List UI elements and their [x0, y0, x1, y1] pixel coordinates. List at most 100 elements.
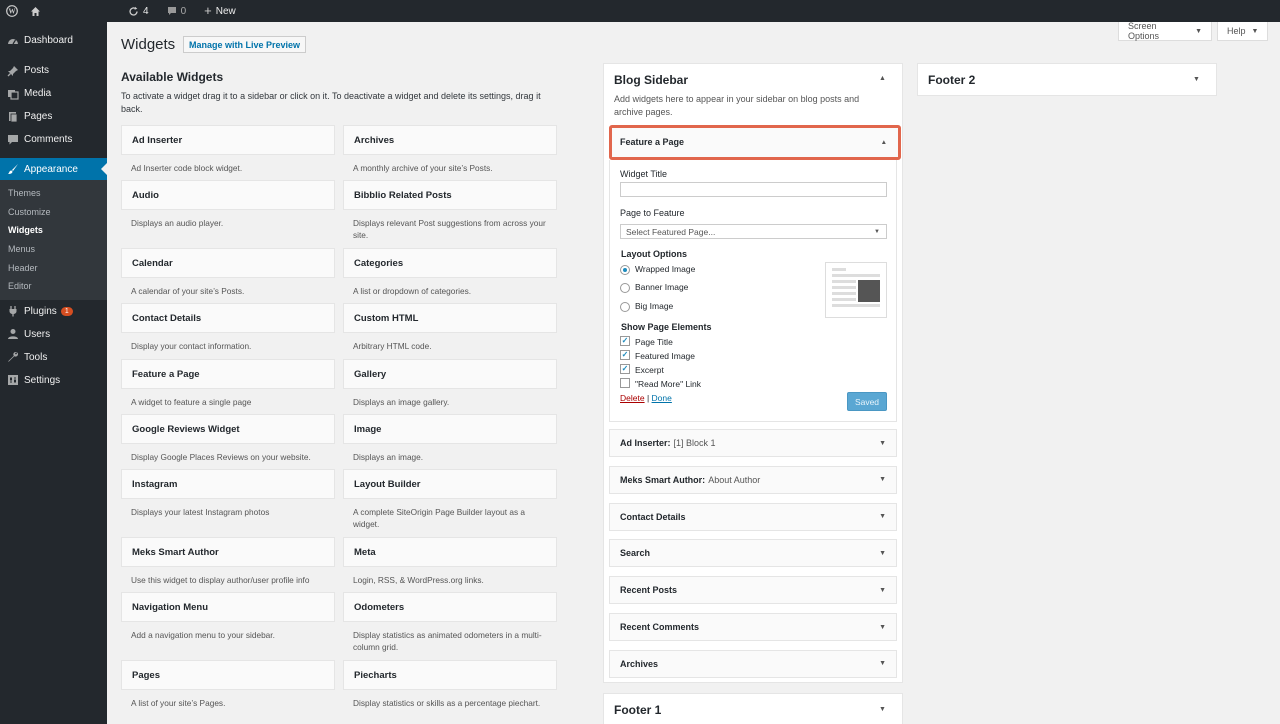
expand-arrow-icon[interactable]: ▼: [879, 587, 886, 594]
feature-a-page-widget-header[interactable]: Feature a Page ▲: [609, 125, 901, 160]
sidebar-widget-row[interactable]: Ad Inserter: [1] Block 1 ▼: [609, 429, 897, 457]
help-label: Help: [1227, 26, 1246, 36]
menu-item-dashboard[interactable]: Dashboard: [0, 29, 107, 52]
expand-arrow-icon[interactable]: ▼: [879, 660, 886, 667]
menu-label: Plugins: [24, 305, 57, 317]
done-link[interactable]: Done: [652, 393, 672, 403]
menu-item-settings[interactable]: Settings: [0, 369, 107, 392]
delete-link[interactable]: Delete: [620, 393, 645, 403]
available-widget-tile[interactable]: Pages: [121, 660, 335, 690]
checkbox-read-more[interactable]: [620, 378, 630, 388]
expand-arrow-icon[interactable]: ▼: [879, 550, 886, 557]
page-to-feature-select[interactable]: Select Featured Page... ▼: [620, 224, 887, 239]
sidebar-widget-row[interactable]: Archives ▼: [609, 649, 897, 678]
available-widget-description: Display your contact information.: [131, 341, 252, 351]
manage-live-preview-button[interactable]: Manage with Live Preview: [183, 36, 307, 53]
menu-item-comments[interactable]: Comments: [0, 128, 107, 151]
available-widget-tile[interactable]: Calendar: [121, 248, 335, 278]
sidebar-widget-name: Ad Inserter:: [620, 438, 671, 448]
available-widget-description: Ad Inserter code block widget.: [131, 163, 243, 173]
available-widget-description: Displays relevant Post suggestions from …: [353, 218, 546, 240]
available-widget-tile[interactable]: Contact Details: [121, 303, 335, 333]
expand-arrow-icon[interactable]: ▼: [879, 476, 886, 483]
submenu-item-menus[interactable]: Menus: [0, 240, 107, 259]
available-widget-tile[interactable]: Instagram: [121, 469, 335, 499]
expand-arrow-icon[interactable]: ▼: [879, 440, 886, 447]
submenu-item-themes[interactable]: Themes: [0, 184, 107, 203]
available-widget-tile[interactable]: Layout Builder: [343, 469, 557, 499]
help-button[interactable]: Help ▼: [1217, 22, 1268, 41]
available-widget-tile[interactable]: Bibblio Related Posts: [343, 180, 557, 210]
available-widget-tile[interactable]: Meks Smart Author: [121, 537, 335, 567]
available-widget-description: Displays your latest Instagram photos: [131, 507, 270, 517]
expand-arrow-icon[interactable]: ▼: [879, 624, 886, 631]
element-option-label: Page Title: [635, 337, 673, 347]
widget-title-input[interactable]: [620, 182, 887, 197]
footer-1-title[interactable]: Footer 1: [614, 703, 661, 717]
footer-2-title[interactable]: Footer 2: [928, 73, 975, 87]
screen-options-button[interactable]: Screen Options ▼: [1118, 21, 1212, 41]
updates-button[interactable]: 4: [121, 0, 156, 22]
screen-options-label: Screen Options: [1128, 21, 1160, 41]
available-widget-tile[interactable]: Feature a Page: [121, 359, 335, 389]
expand-arrow-icon[interactable]: ▼: [879, 513, 886, 520]
sidebar-widget-row[interactable]: Contact Details ▼: [609, 502, 897, 531]
available-widget-tile[interactable]: Custom HTML: [343, 303, 557, 333]
available-widget-tile[interactable]: Archives: [343, 125, 557, 155]
available-widget-tile[interactable]: Navigation Menu: [121, 592, 335, 622]
sidebar-widget-row[interactable]: Meks Smart Author: About Author ▼: [609, 465, 897, 494]
available-widget-tile[interactable]: Categories: [343, 248, 557, 278]
blog-sidebar-title[interactable]: Blog Sidebar: [614, 73, 688, 87]
menu-label: Tools: [24, 351, 48, 363]
menu-label: Media: [24, 88, 52, 99]
saved-button[interactable]: Saved: [847, 392, 887, 411]
menu-item-plugins[interactable]: Plugins 1: [0, 300, 107, 323]
menu-item-media[interactable]: Media: [0, 82, 107, 105]
menu-item-posts[interactable]: Posts: [0, 59, 107, 82]
menu-label: Pages: [24, 111, 53, 122]
available-widget-description: A widget to feature a single page: [131, 397, 252, 407]
checkbox-featured-image[interactable]: ✓: [620, 350, 630, 360]
menu-item-tools[interactable]: Tools: [0, 346, 107, 369]
available-widget-description: Arbitrary HTML code.: [353, 341, 432, 351]
menu-item-appearance[interactable]: Appearance: [0, 158, 107, 180]
sidebar-widget-row[interactable]: Recent Posts ▼: [609, 576, 897, 605]
submenu-item-customize[interactable]: Customize: [0, 203, 107, 222]
available-widget-tile[interactable]: Ad Inserter: [121, 125, 335, 155]
available-widget-description: Displays an image.: [353, 452, 424, 462]
available-widget-description: Display statistics or skills as a percen…: [353, 698, 541, 708]
submenu-item-header[interactable]: Header: [0, 258, 107, 277]
submenu-item-editor[interactable]: Editor: [0, 277, 107, 296]
menu-item-pages[interactable]: Pages: [0, 105, 107, 128]
widget-title-label: Widget Title: [620, 169, 668, 179]
layout-radio-banner[interactable]: [620, 283, 630, 293]
available-widget-tile[interactable]: Odometers: [343, 592, 557, 622]
layout-radio-wrapped[interactable]: [620, 265, 630, 275]
blog-sidebar-description: Add widgets here to appear in your sideb…: [614, 94, 860, 117]
available-widget-tile[interactable]: Audio: [121, 180, 335, 210]
available-widget-tile[interactable]: Piecharts: [343, 660, 557, 690]
expand-arrow-icon[interactable]: ▼: [1193, 76, 1200, 83]
submenu-item-widgets[interactable]: Widgets: [0, 221, 107, 240]
checkbox-page-title[interactable]: ✓: [620, 336, 630, 346]
available-widgets-heading: Available Widgets: [121, 70, 224, 84]
available-widget-tile[interactable]: Image: [343, 414, 557, 444]
sidebar-widget-row[interactable]: Search ▼: [609, 539, 897, 568]
comments-button[interactable]: 0: [160, 0, 194, 22]
layout-radio-big[interactable]: [620, 302, 630, 312]
checkbox-excerpt[interactable]: ✓: [620, 364, 630, 374]
menu-item-users[interactable]: Users: [0, 323, 107, 346]
element-option-label: Excerpt: [635, 365, 664, 375]
collapse-arrow-icon[interactable]: ▲: [879, 75, 886, 82]
collapse-arrow-icon[interactable]: ▲: [881, 139, 887, 146]
new-content-button[interactable]: + New: [197, 0, 243, 22]
expand-arrow-icon[interactable]: ▼: [879, 706, 886, 713]
available-widget-description: Displays an image gallery.: [353, 397, 450, 407]
available-widget-tile[interactable]: Meta: [343, 537, 557, 567]
home-icon[interactable]: [24, 0, 47, 22]
wordpress-logo-icon[interactable]: W: [0, 0, 24, 22]
caret-down-icon: ▼: [1195, 27, 1202, 35]
available-widget-tile[interactable]: Google Reviews Widget: [121, 414, 335, 444]
available-widget-tile[interactable]: Gallery: [343, 359, 557, 389]
sidebar-widget-row[interactable]: Recent Comments ▼: [609, 613, 897, 641]
